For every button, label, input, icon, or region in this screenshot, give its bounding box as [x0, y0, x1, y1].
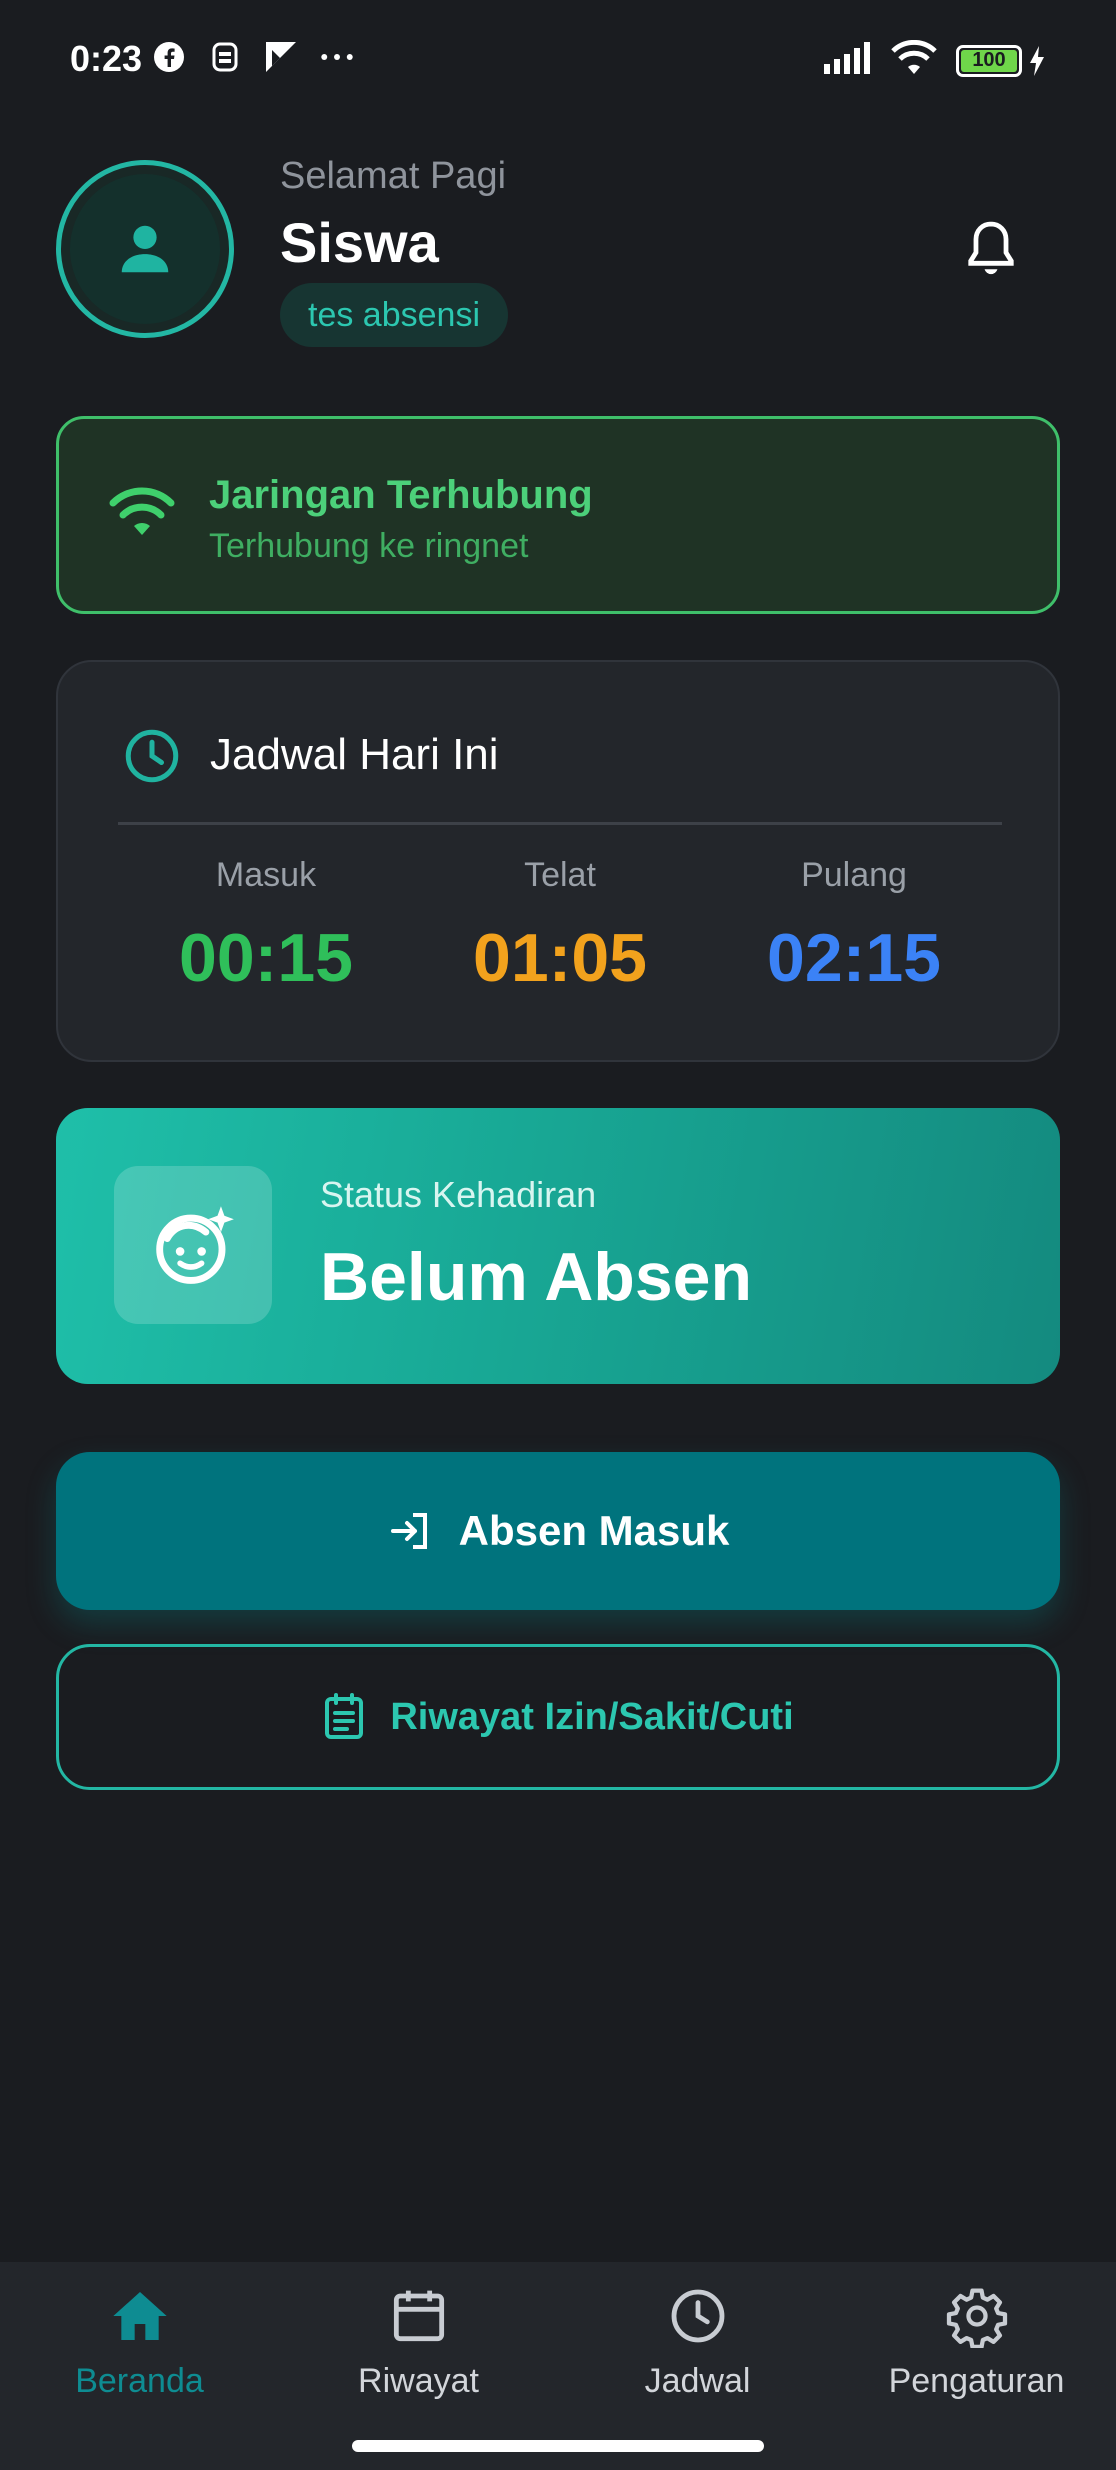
- schedule-title: Jadwal Hari Ini: [210, 730, 499, 779]
- profile-badge-icon: [208, 40, 242, 74]
- facebook-icon: [152, 40, 186, 74]
- nav-label: Beranda: [75, 2362, 204, 2400]
- home-screen: 0:23 100 Selamat Pagi Siswa tes absensi …: [0, 0, 1116, 2470]
- class-badge: tes absensi: [280, 283, 508, 347]
- home-indicator[interactable]: [352, 2440, 764, 2452]
- image-icon: [264, 40, 298, 74]
- system-icons: 100: [824, 39, 1046, 81]
- home-icon: [112, 2292, 167, 2340]
- attendance-status-card: Status Kehadiran Belum Absen: [56, 1108, 1060, 1384]
- network-subtitle: Terhubung ke ringnet: [209, 527, 529, 565]
- wifi-icon: [109, 485, 175, 541]
- clock-icon: [671, 2289, 724, 2343]
- status-bar: 0:23 100: [0, 0, 1116, 120]
- face-icon: [114, 1166, 272, 1324]
- status-time: 0:23: [70, 38, 143, 79]
- schedule-time: 02:15: [767, 920, 941, 996]
- notification-icons: [152, 40, 354, 74]
- network-status-card: Jaringan Terhubung Terhubung ke ringnet: [56, 416, 1060, 614]
- wifi-status-icon: [890, 39, 938, 81]
- schedule-card: Jadwal Hari Ini Masuk 00:15 Telat 01:05 …: [56, 660, 1060, 1062]
- nav-item-beranda[interactable]: Beranda: [0, 2284, 279, 2401]
- schedule-time: 01:05: [473, 920, 647, 996]
- greeting-text: Selamat Pagi: [280, 155, 507, 197]
- document-icon: [325, 1693, 364, 1739]
- schedule-label: Pulang: [801, 856, 907, 894]
- clock-icon: [122, 726, 182, 786]
- login-icon: [390, 1513, 427, 1549]
- nav-item-pengaturan[interactable]: Pengaturan: [837, 2284, 1116, 2401]
- nav-item-jadwal[interactable]: Jadwal: [558, 2284, 837, 2401]
- schedule-label: Telat: [524, 856, 596, 894]
- battery-icon: 100: [956, 44, 1046, 77]
- user-icon: [121, 225, 169, 273]
- attendance-status-label: Status Kehadiran: [320, 1174, 597, 1215]
- check-in-button[interactable]: Absen Masuk: [56, 1452, 1060, 1610]
- more-notifications-icon: [320, 40, 354, 74]
- gear-icon: [946, 2288, 1007, 2348]
- network-title: Jaringan Terhubung: [209, 473, 593, 517]
- user-name: Siswa: [280, 211, 439, 274]
- divider: [118, 822, 1002, 825]
- calendar-icon: [393, 2290, 444, 2342]
- schedule-item-pulang: Pulang 02:15: [704, 856, 1004, 997]
- check-in-label: Absen Masuk: [458, 1507, 730, 1554]
- leave-history-label: Riwayat Izin/Sakit/Cuti: [390, 1695, 794, 1738]
- schedule-item-masuk: Masuk 00:15: [116, 856, 416, 997]
- avatar[interactable]: [56, 160, 234, 338]
- nav-item-riwayat[interactable]: Riwayat: [279, 2284, 558, 2401]
- schedule-item-telat: Telat 01:05: [410, 856, 710, 997]
- battery-level: 100: [961, 49, 1017, 72]
- attendance-status-value: Belum Absen: [320, 1239, 753, 1315]
- nav-label: Pengaturan: [888, 2362, 1065, 2400]
- nav-label: Riwayat: [358, 2362, 479, 2400]
- leave-history-button[interactable]: Riwayat Izin/Sakit/Cuti: [56, 1644, 1060, 1790]
- notification-bell-icon[interactable]: [962, 218, 1020, 280]
- nav-label: Jadwal: [644, 2362, 751, 2400]
- signal-icon: [824, 42, 872, 79]
- schedule-time: 00:15: [179, 920, 353, 996]
- schedule-label: Masuk: [215, 856, 317, 894]
- bottom-nav: Beranda Riwayat Jadwal Pengaturan: [0, 2262, 1116, 2470]
